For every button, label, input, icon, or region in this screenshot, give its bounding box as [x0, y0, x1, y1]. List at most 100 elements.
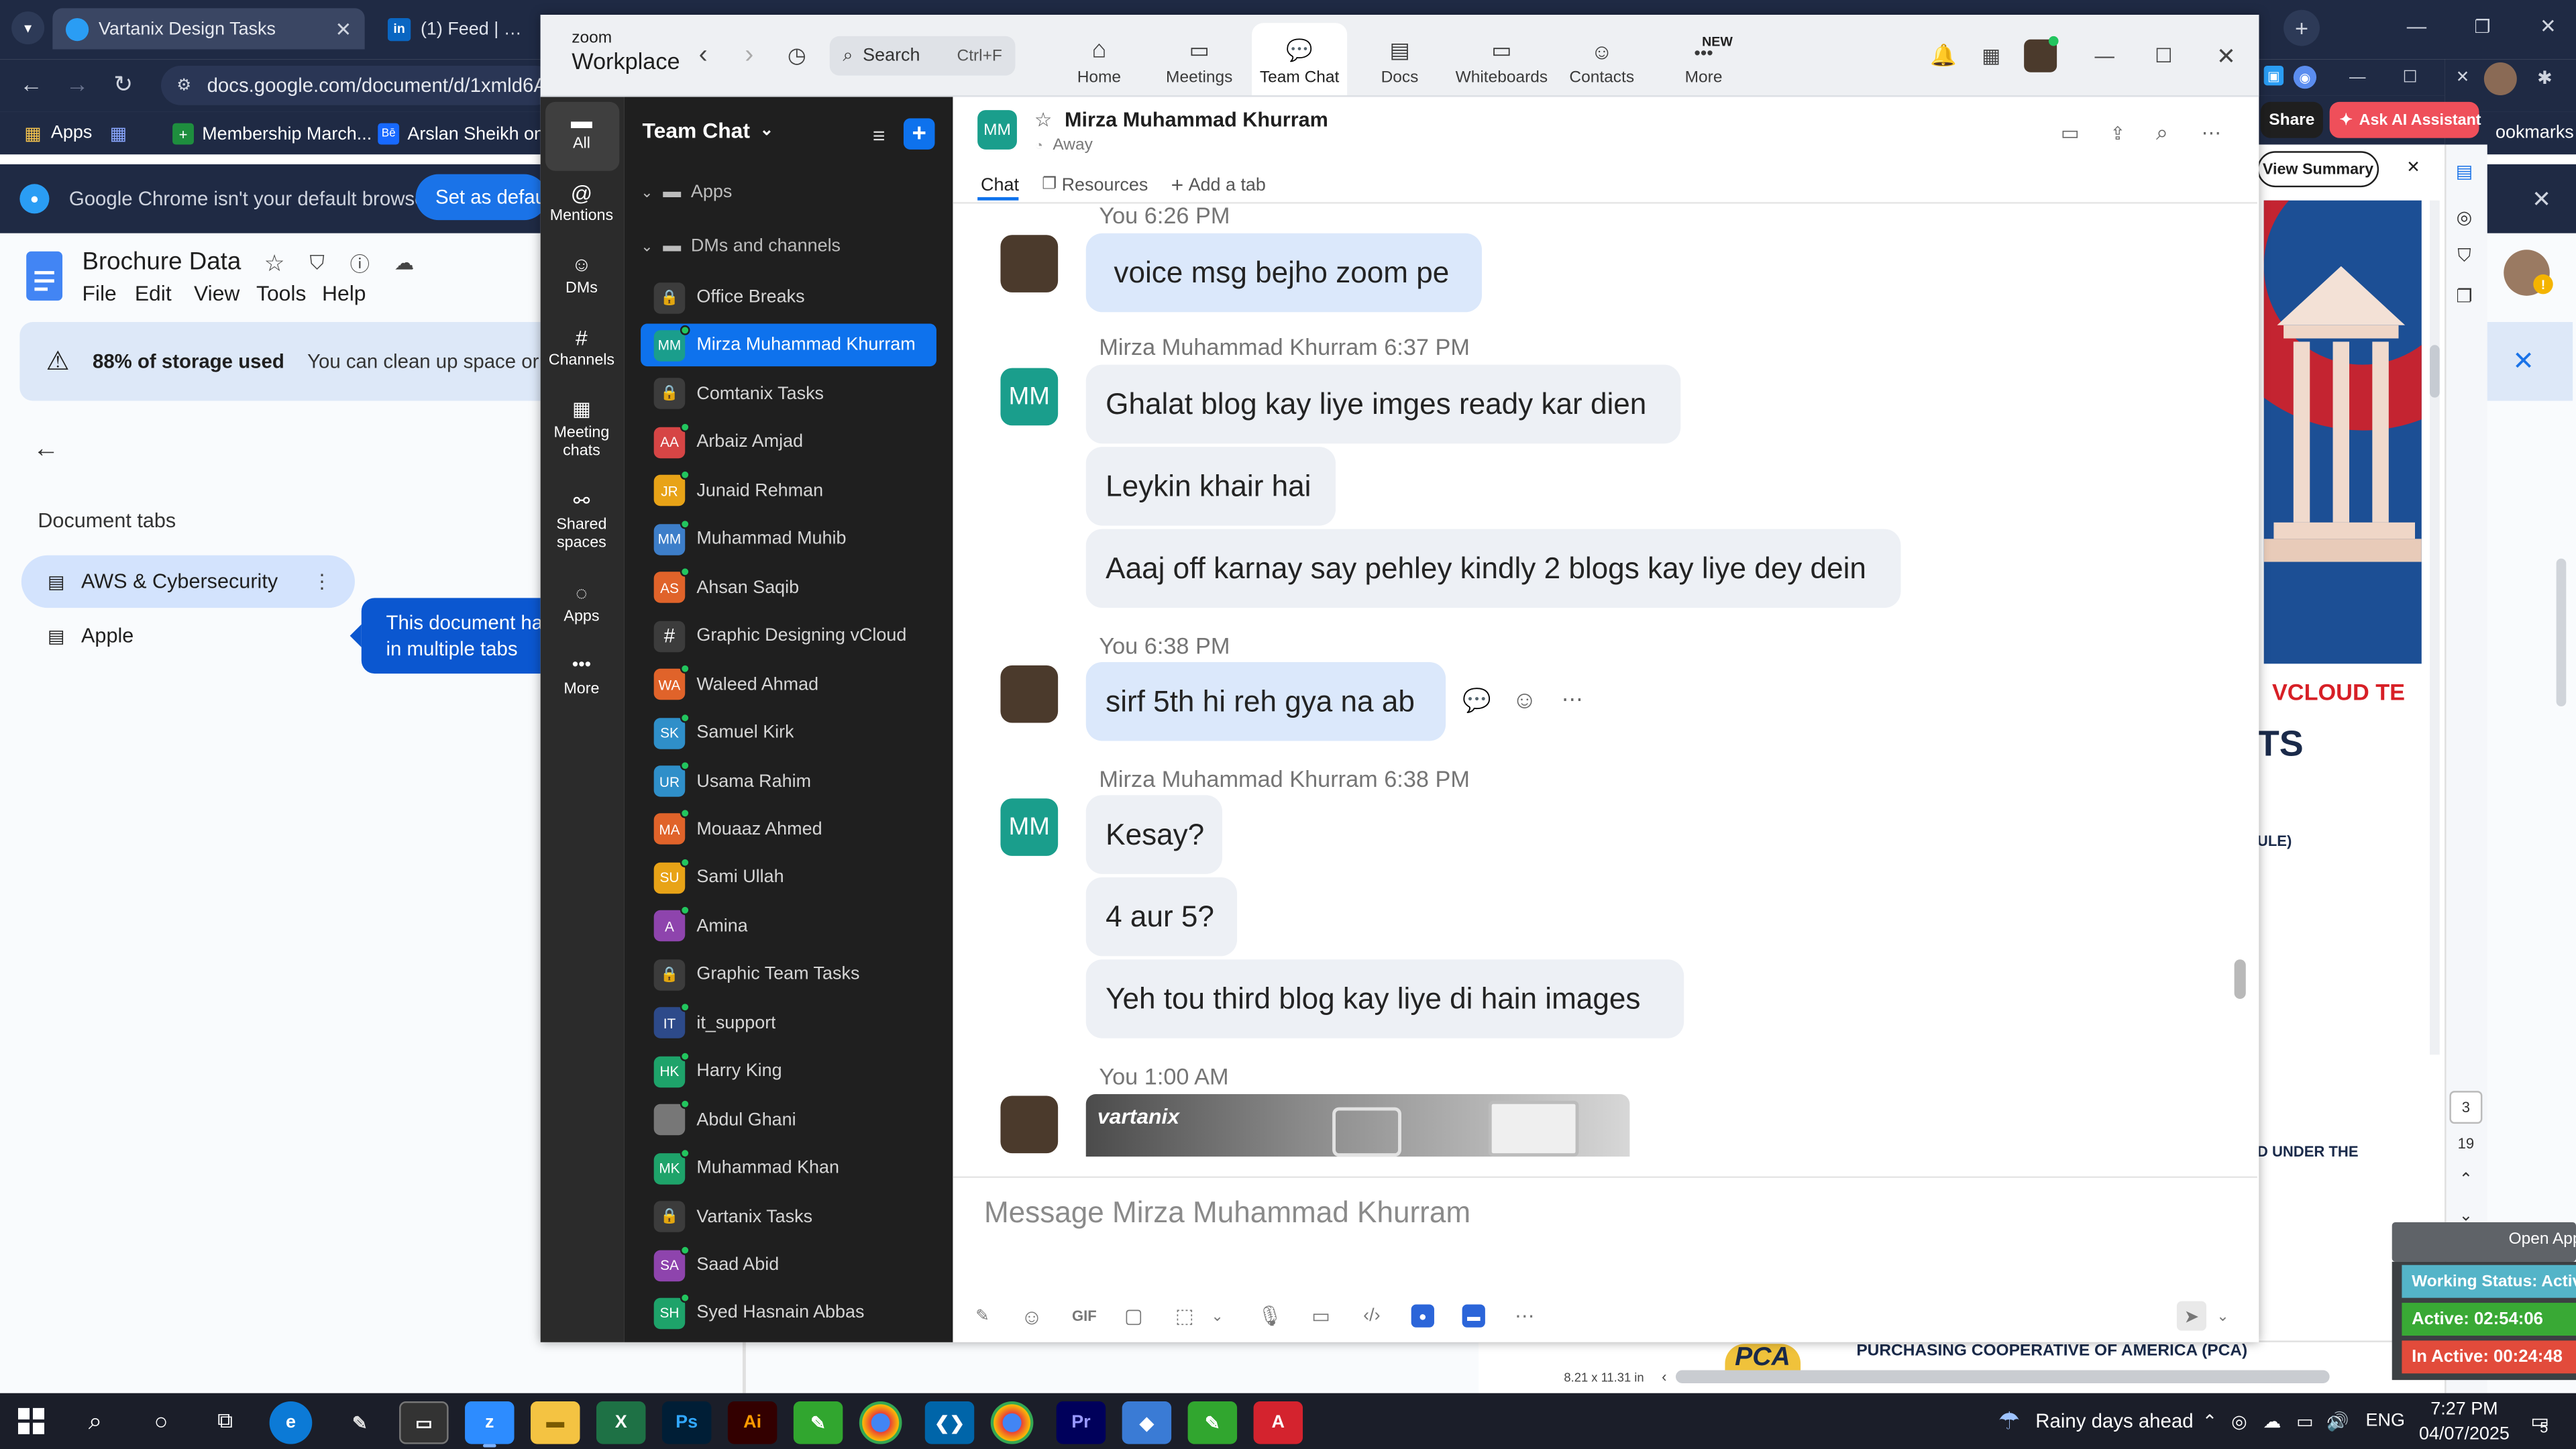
rail-more[interactable]: ••• More [544, 656, 620, 698]
set-as-default-button[interactable]: Set as default [415, 174, 547, 221]
my-message-avatar[interactable] [1000, 665, 1059, 723]
chrome-restore-icon[interactable]: ❐ [2458, 7, 2507, 46]
file-attach-icon[interactable]: ▢ [1119, 1301, 1148, 1331]
right-app-avatar[interactable] [2483, 62, 2517, 96]
share-screen-icon[interactable]: ⇪ [2104, 120, 2131, 146]
doc-tab-more-icon[interactable]: ⋮ [312, 570, 331, 593]
reload-icon[interactable]: ↻ [109, 69, 138, 99]
omnibox[interactable]: ⚙ docs.google.com/document/d/1xmld6A [161, 65, 555, 105]
channel-item[interactable]: SK Samuel Kirk [641, 712, 936, 755]
contact-avatar[interactable]: MM [977, 110, 1017, 150]
tool-bookmark-icon[interactable]: ⛉ [2451, 243, 2477, 269]
task-view-icon[interactable]: ⧉ [209, 1405, 241, 1438]
zoom-search-input[interactable]: ⌕ Search Ctrl+F [829, 36, 1016, 76]
page-up-icon[interactable]: ⌃ [2449, 1167, 2482, 1193]
right-app-minimize-icon[interactable]: — [2346, 66, 2369, 89]
doc-title[interactable]: Brochure Data [82, 248, 241, 276]
message-bubble[interactable]: Leykin khair hai [1085, 447, 1336, 526]
screenshot-icon[interactable]: ⬚ [1170, 1301, 1199, 1331]
taskbar-zoom-icon[interactable]: z [465, 1401, 515, 1444]
nav-whiteboards[interactable]: ▭ Whiteboards [1452, 23, 1551, 95]
menu-edit[interactable]: Edit [135, 281, 194, 306]
brochure-scrollbar[interactable] [2430, 200, 2440, 1055]
calendar-icon[interactable]: ▦ [1976, 41, 2006, 70]
team-chat-title[interactable]: Team Chat ⌄ [643, 118, 774, 143]
taskbar-pen-icon[interactable]: ✎ [335, 1401, 384, 1444]
taskbar-photoshop-icon[interactable]: Ps [661, 1401, 712, 1444]
taskbar-acrobat-icon[interactable]: A [1253, 1401, 1303, 1444]
filter-icon[interactable]: ≡ [864, 120, 894, 150]
hscroll-left-icon[interactable]: ‹ [1656, 1367, 1672, 1387]
code-snippet-icon[interactable]: ‹/› [1357, 1301, 1387, 1331]
menu-view[interactable]: View [194, 281, 256, 306]
tab-search-chevron-icon[interactable]: ▾ [11, 11, 45, 45]
emoji-icon[interactable]: ☺ [1017, 1301, 1046, 1331]
language-indicator[interactable]: ENG [2366, 1411, 2405, 1431]
tray-cloud-icon[interactable]: ☁ [2261, 1406, 2284, 1436]
channel-item[interactable]: MM Muhammad Muhib [641, 518, 936, 561]
right-app-side-icon[interactable]: ✱ [2533, 66, 2556, 89]
open-app-button[interactable]: Open App [2509, 1230, 2576, 1248]
nav-docs[interactable]: ▤ Docs [1354, 23, 1446, 95]
clock-date[interactable]: 04/07/2025 [2415, 1424, 2514, 1444]
message-bubble[interactable]: voice msg bejho zoom pe [1085, 233, 1482, 313]
screenshot-chevron-icon[interactable]: ⌄ [1203, 1301, 1232, 1331]
rail-meeting-chats[interactable]: ▦ Meeting chats [544, 399, 620, 460]
add-reaction-icon[interactable]: ☺ [1510, 685, 1540, 714]
message-more-icon[interactable]: ⋯ [1558, 685, 1587, 714]
channel-item[interactable]: IT it_support [641, 1002, 936, 1044]
my-message-avatar[interactable] [1000, 235, 1059, 292]
taskbar-terminal-icon[interactable]: ▭ [399, 1401, 449, 1444]
gif-icon[interactable]: GIF [1068, 1301, 1101, 1331]
channel-item[interactable]: 🔒 Office Breaks [641, 276, 936, 319]
tab-resources[interactable]: ❐ Resources [1042, 175, 1148, 195]
tray-volume-icon[interactable]: 🔊 [2326, 1406, 2349, 1436]
tray-expand-icon[interactable]: ⌃ [2198, 1406, 2221, 1436]
rail-all[interactable]: ▬ All [544, 110, 620, 153]
outer-scroll-thumb[interactable] [2556, 558, 2567, 707]
channel-item[interactable]: JR Junaid Rehman [641, 470, 936, 513]
taskbar-app-green-icon[interactable]: ✎ [793, 1401, 843, 1444]
taskbar-explorer-icon[interactable]: ▬ [531, 1401, 580, 1444]
channel-item[interactable]: SA Saad Abid [641, 1244, 936, 1287]
channel-item[interactable]: 🔒 Graphic Team Tasks [641, 953, 936, 996]
bookmark-membership[interactable]: + Membership March... [172, 123, 372, 145]
doc-tab-aws[interactable]: ▤ AWS & Cybersecurity ⋮ [21, 555, 355, 608]
tab-add[interactable]: + Add a tab [1171, 172, 1266, 197]
taskbar-vscode-icon[interactable]: ❮❯ [924, 1401, 975, 1444]
chrome-tab-vartanix[interactable]: Vartanix Design Tasks ✕ [52, 8, 365, 50]
channel-item[interactable]: Abdul Ghani [641, 1098, 936, 1141]
tool-copy-icon[interactable]: ❐ [2451, 282, 2477, 309]
notice-close-icon[interactable]: ✕ [2527, 184, 2557, 213]
rail-channels[interactable]: # Channels [544, 327, 620, 370]
chat-scroll-thumb[interactable] [2234, 959, 2246, 999]
zoom-back-icon[interactable]: ‹ [690, 41, 716, 70]
ask-ai-assistant-button[interactable]: ✦ Ask AI Assistant [2329, 101, 2481, 138]
star-icon[interactable]: ☆ [1032, 109, 1055, 131]
nav-home[interactable]: ⌂ Home [1051, 23, 1146, 95]
tool-comment-icon[interactable]: ◎ [2451, 204, 2477, 230]
star-icon[interactable]: ☆ [260, 248, 289, 278]
taskbar-excel-icon[interactable]: X [596, 1401, 646, 1444]
channel-item[interactable]: SU Sami Ullah [641, 857, 936, 900]
chrome-close-icon[interactable]: ✕ [2524, 7, 2573, 46]
zoom-maximize-icon[interactable]: ☐ [2149, 41, 2178, 70]
bookmarks-label-right[interactable]: ookmarks [2496, 123, 2574, 143]
taskbar-search-icon[interactable]: ⌕ [79, 1405, 112, 1438]
rail-shared-spaces[interactable]: ⚯ Shared spaces [544, 491, 620, 552]
message-input[interactable]: Message Mirza Muhammad Khurram [984, 1196, 1470, 1230]
channel-item[interactable]: AS Ahsan Saqib [641, 566, 936, 609]
tab-close-icon[interactable]: ✕ [335, 17, 352, 40]
doc-tab-apple[interactable]: ▤ Apple [21, 611, 355, 660]
channel-item[interactable]: SH Syed Hasnain Abbas [641, 1292, 936, 1335]
contact-message-avatar[interactable]: MM [1000, 798, 1059, 856]
new-tab-plus-icon[interactable]: + [2284, 9, 2320, 46]
rail-mentions[interactable]: @ Mentions [544, 182, 620, 225]
chrome-minimize-icon[interactable]: — [2392, 7, 2441, 46]
taskbar-premiere-icon[interactable]: Pr [1056, 1401, 1106, 1444]
menu-file[interactable]: File [82, 281, 134, 306]
section-apps[interactable]: ⌄ ▬ Apps [641, 182, 732, 202]
right-app-close-icon[interactable]: ✕ [2451, 66, 2474, 89]
video-call-icon[interactable]: ▭ [2057, 120, 2083, 146]
rail-dms[interactable]: ☺ DMs [544, 255, 620, 298]
